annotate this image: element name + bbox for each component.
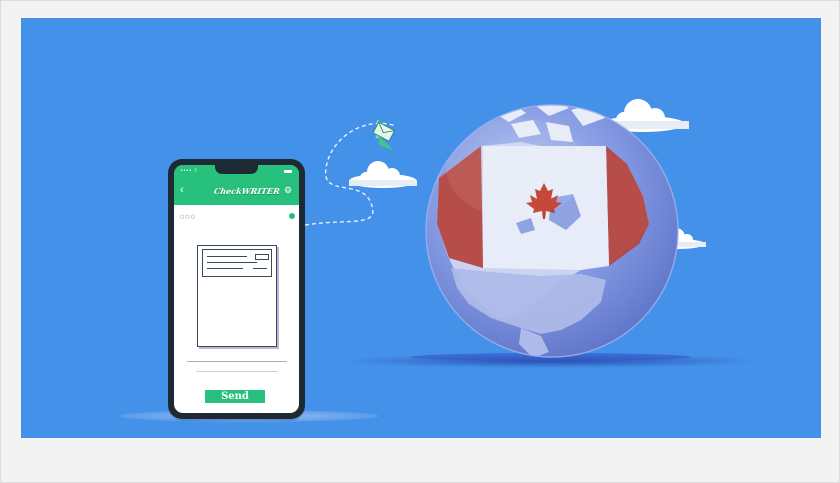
app-logo: CheckWRITER: [213, 186, 281, 196]
page-frame: •••• ⌔ ‹ CheckWRITER ⚙ ○○○ Send: [0, 0, 840, 483]
gear-icon[interactable]: ⚙: [283, 185, 293, 195]
divider: [187, 361, 287, 362]
check-preview: [202, 249, 272, 277]
scene-svg: [119, 99, 761, 422]
battery-icon: [284, 170, 292, 173]
amount-box: [255, 254, 269, 260]
check-line: [253, 268, 267, 269]
cloud-icon: [349, 161, 417, 188]
status-bar-signal: •••• ⌔: [180, 168, 199, 174]
check-line: [207, 262, 257, 263]
status-dot: [289, 213, 295, 219]
phone-notch: [215, 165, 258, 174]
phone-screen: •••• ⌔ ‹ CheckWRITER ⚙ ○○○ Send: [174, 165, 299, 413]
send-button[interactable]: Send: [205, 390, 265, 403]
check-line: [207, 268, 243, 269]
check-document: [197, 245, 277, 347]
back-icon[interactable]: ‹: [180, 184, 190, 196]
check-line: [207, 256, 247, 257]
smartphone: •••• ⌔ ‹ CheckWRITER ⚙ ○○○ Send: [168, 159, 305, 419]
hero-illustration: •••• ⌔ ‹ CheckWRITER ⚙ ○○○ Send: [21, 18, 821, 438]
divider: [196, 371, 278, 372]
globe-icon: [425, 104, 679, 358]
more-dots[interactable]: ○○○: [180, 214, 196, 220]
